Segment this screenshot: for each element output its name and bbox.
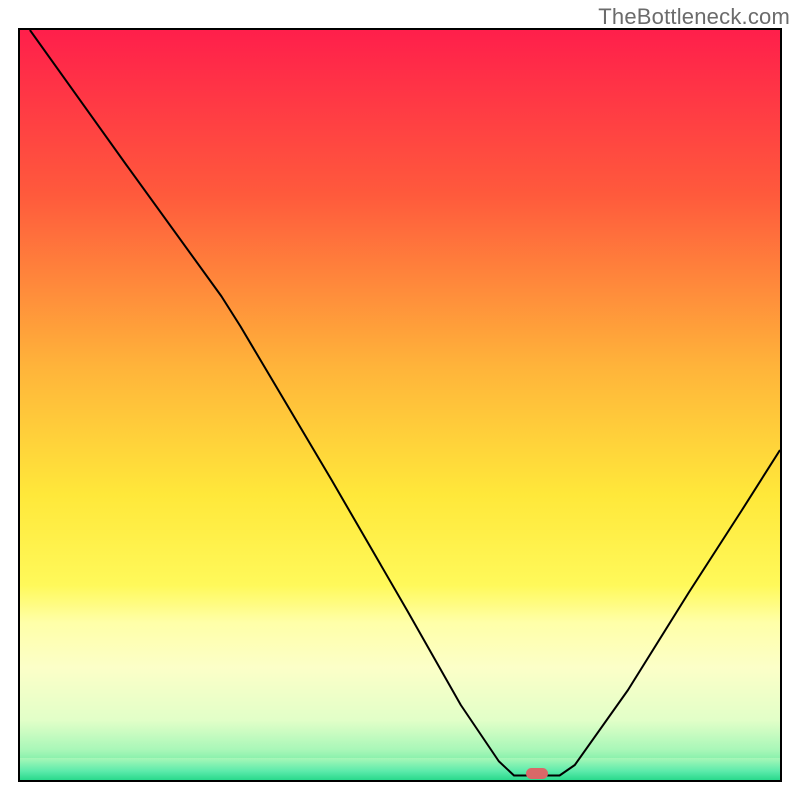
curve-line	[20, 30, 780, 780]
bottleneck-marker-icon	[526, 768, 548, 779]
watermark-text: TheBottleneck.com	[598, 4, 790, 30]
plot-area	[18, 28, 782, 782]
chart-container: TheBottleneck.com	[0, 0, 800, 800]
